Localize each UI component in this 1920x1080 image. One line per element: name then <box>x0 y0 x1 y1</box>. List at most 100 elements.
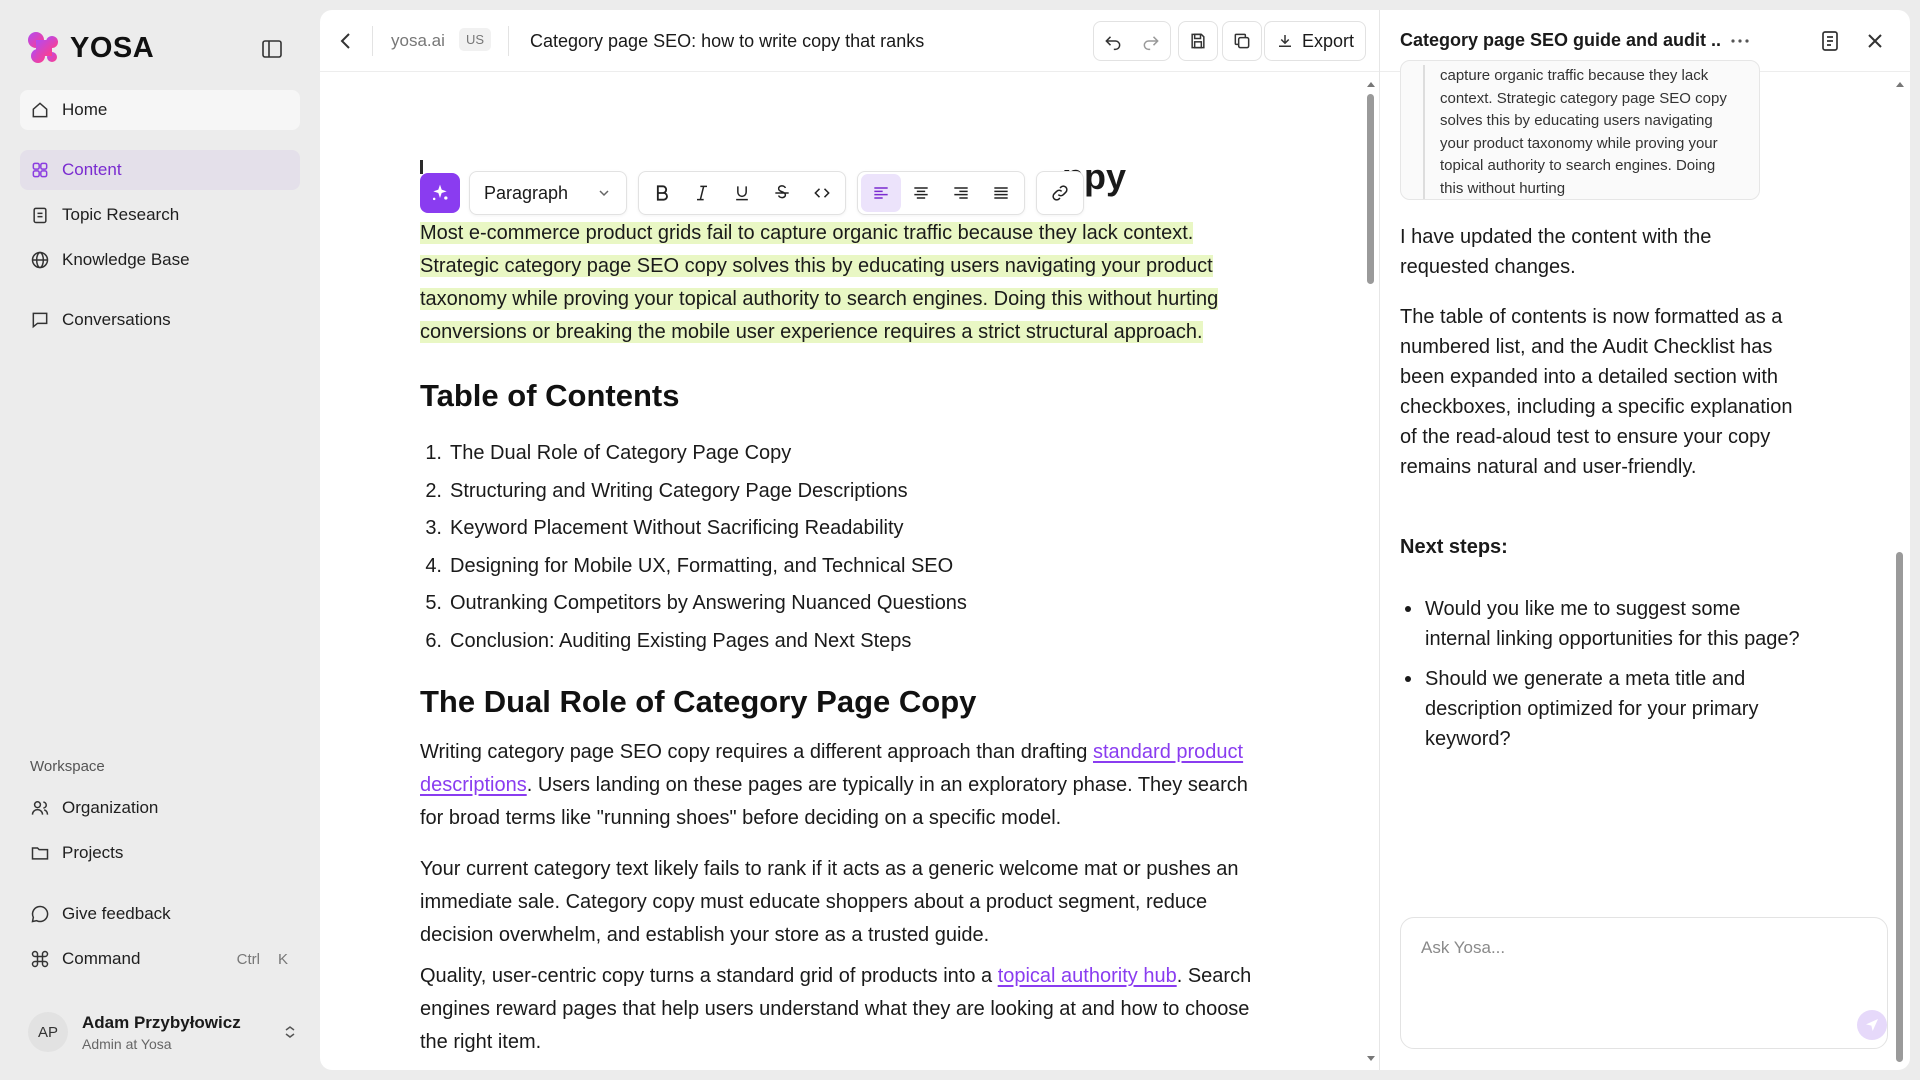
sidebar-item-label: Content <box>62 160 122 179</box>
topical-authority-hub-link[interactable]: topical authority hub <box>998 965 1177 987</box>
give-feedback-button[interactable]: Give feedback <box>20 894 300 934</box>
copy-button[interactable] <box>1223 22 1261 60</box>
align-justify-icon <box>994 187 1008 199</box>
scroll-up-arrow-icon[interactable] <box>1893 78 1907 90</box>
sidebar-item-label: Conversations <box>62 310 171 329</box>
list-item: Would you like me to suggest some intern… <box>1400 594 1800 654</box>
avatar: AP <box>28 1012 68 1052</box>
quoted-text: capture organic traffic because they lac… <box>1423 65 1741 199</box>
italic-icon <box>697 185 707 201</box>
editor-toolbar: yosa.ai US Category page SEO: how to wri… <box>320 10 1379 72</box>
sidebar-item-topic-research[interactable]: Topic Research <box>20 195 300 235</box>
sidebar-item-home[interactable]: Home <box>20 90 300 130</box>
sidebar-item-label: Projects <box>62 843 124 862</box>
export-button[interactable]: Export <box>1264 21 1366 61</box>
toc-item[interactable]: 2. Structuring and Writing Category Page … <box>420 480 967 518</box>
strikethrough-icon <box>775 185 789 199</box>
save-button[interactable] <box>1179 22 1217 60</box>
more-options-icon[interactable] <box>1728 29 1752 53</box>
strikethrough-button[interactable] <box>762 174 802 212</box>
sidebar-item-label: Command <box>62 949 141 968</box>
yosa-logo-icon <box>28 32 58 63</box>
body-paragraph-2[interactable]: Your current category text likely fails … <box>420 853 1260 952</box>
toc-item[interactable]: 5. Outranking Competitors by Answering Nu… <box>420 592 967 630</box>
assistant-message: I have updated the content with the requ… <box>1400 226 1712 278</box>
para-text: Writing category page SEO copy requires … <box>420 741 1093 763</box>
assistant-message: The table of contents is now formatted a… <box>1400 306 1793 478</box>
toc-item[interactable]: 6. Conclusion: Auditing Existing Pages an… <box>420 630 967 668</box>
scroll-down-arrow-icon[interactable] <box>1364 1053 1378 1065</box>
section-heading: The Dual Role of Category Page Copy <box>420 684 977 719</box>
format-toolbar: Paragraph <box>420 165 1110 221</box>
align-right-icon <box>954 187 968 199</box>
underline-icon <box>736 186 748 201</box>
para-text: . Users landing on these pages are typic… <box>420 774 1248 829</box>
conversation-title[interactable]: Category page SEO guide and audit ... <box>1400 30 1720 51</box>
sidebar-item-organization[interactable]: Organization <box>20 788 300 828</box>
clipboard-icon <box>33 207 47 224</box>
assistant-panel: Category page SEO guide and audit ... ca… <box>1380 10 1910 1070</box>
sidebar-item-conversations[interactable]: Conversations <box>20 300 300 340</box>
redo-button[interactable] <box>1132 22 1170 60</box>
toc-item[interactable]: 1. The Dual Role of Category Page Copy <box>420 442 967 480</box>
sidebar-item-content[interactable]: Content <box>20 150 300 190</box>
home-icon <box>32 102 48 118</box>
sidebar-item-label: Home <box>62 100 108 119</box>
underline-button[interactable] <box>722 174 762 212</box>
user-name: Adam Przybyłowicz <box>82 1012 241 1032</box>
sidebar-item-projects[interactable]: Projects <box>20 833 300 873</box>
breadcrumb-site[interactable]: yosa.ai <box>391 31 445 51</box>
code-button[interactable] <box>802 174 842 212</box>
link-button[interactable] <box>1040 174 1080 212</box>
brand[interactable]: YOSA <box>26 30 154 66</box>
command-button[interactable]: Command Ctrl K <box>20 939 300 979</box>
italic-button[interactable] <box>682 174 722 212</box>
ask-input[interactable] <box>1421 938 1841 958</box>
chat-scrollbar[interactable] <box>1896 552 1903 1062</box>
scroll-up-arrow-icon[interactable] <box>1364 78 1378 90</box>
globe-icon <box>31 251 49 269</box>
toc-item-label: The Dual Role of Category Page Copy <box>450 442 792 464</box>
chevron-down-icon <box>599 190 609 197</box>
chat-icon <box>32 312 48 329</box>
user-menu[interactable]: AP Adam Przybyłowicz Admin at Yosa <box>28 1008 298 1056</box>
folder-icon <box>31 847 49 860</box>
back-chevron-icon[interactable] <box>334 29 358 53</box>
sidebar-collapse-icon[interactable] <box>260 37 284 61</box>
toc-item[interactable]: 3. Keyword Placement Without Sacrificing … <box>420 517 967 555</box>
align-left-button[interactable] <box>861 174 901 212</box>
editor-scrollbar[interactable] <box>1367 94 1374 284</box>
align-right-button[interactable] <box>941 174 981 212</box>
text-style-group <box>638 171 846 215</box>
align-center-button[interactable] <box>901 174 941 212</box>
bold-button[interactable] <box>642 174 682 212</box>
toc-item[interactable]: 4. Designing for Mobile UX, Formatting, a… <box>420 555 967 593</box>
sidebar-item-label: Knowledge Base <box>62 250 190 269</box>
link-icon <box>1052 185 1068 201</box>
align-center-icon <box>914 187 928 199</box>
export-label: Export <box>1301 30 1355 51</box>
undo-icon <box>1105 36 1121 51</box>
editor-panel: yosa.ai US Category page SEO: how to wri… <box>320 10 1380 1070</box>
document-title[interactable]: Category page SEO: how to write copy tha… <box>530 31 924 52</box>
send-button[interactable] <box>1857 1010 1887 1040</box>
body-paragraph-3[interactable]: Quality, user-centric copy turns a stand… <box>420 960 1260 1059</box>
ai-assist-button[interactable] <box>420 173 460 213</box>
user-role: Admin at Yosa <box>82 1035 172 1052</box>
intro-paragraph[interactable]: Most e-commerce product grids fail to ca… <box>420 217 1260 349</box>
list-item: Should we generate a meta title and desc… <box>1400 664 1800 754</box>
sparkle-icon <box>432 184 448 201</box>
document-icon[interactable] <box>1818 29 1842 53</box>
divider <box>372 26 373 56</box>
send-icon <box>1866 1019 1878 1031</box>
sidebar-item-knowledge-base[interactable]: Knowledge Base <box>20 240 300 280</box>
undo-button[interactable] <box>1094 22 1132 60</box>
align-justify-button[interactable] <box>981 174 1021 212</box>
toc-item-label: Keyword Placement Without Sacrificing Re… <box>450 517 904 539</box>
block-type-select[interactable]: Paragraph <box>469 171 627 215</box>
copy-icon <box>1234 33 1250 49</box>
content-icon <box>32 162 48 178</box>
bold-icon <box>656 185 668 201</box>
body-paragraph-1[interactable]: Writing category page SEO copy requires … <box>420 736 1260 835</box>
close-icon[interactable] <box>1863 29 1887 53</box>
